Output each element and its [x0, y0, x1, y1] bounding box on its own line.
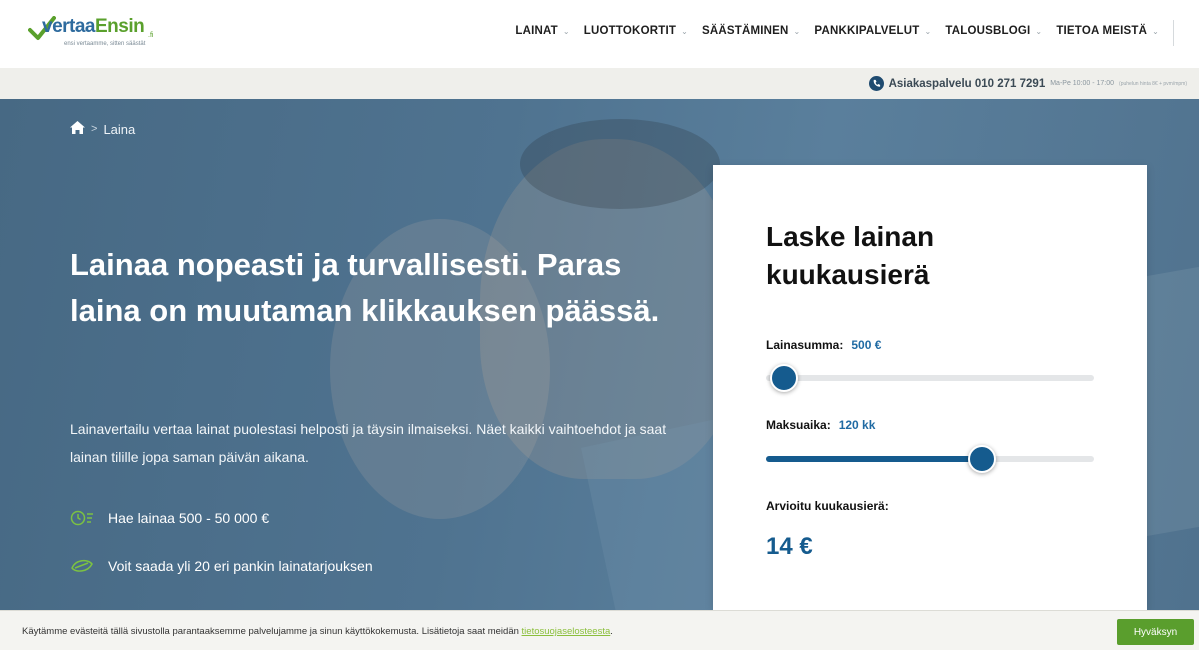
term-slider-handle[interactable]: [968, 445, 997, 473]
main-nav: LAINAT ⌄ LUOTTOKORTIT ⌄ SÄÄSTÄMINEN ⌄ PANKK…: [515, 25, 1159, 37]
breadcrumb-current: Laina: [103, 121, 136, 137]
nav-item-pankkipalvelut[interactable]: PANKKIPALVELUT ⌄: [814, 25, 931, 37]
term-slider-fill: [766, 456, 983, 462]
monthly-payment-label: Arvioitu kuukausierä:: [766, 499, 889, 513]
cookie-text: Käytämme evästeitä tällä sivustolla para…: [22, 626, 613, 637]
home-icon[interactable]: [70, 121, 85, 137]
hero-title: Lainaa nopeasti ja turvallisesti. Paras …: [70, 247, 660, 328]
term-value: 120 kk: [838, 418, 876, 432]
chevron-down-icon: ⌄: [562, 26, 570, 36]
cookie-bar: Käytämme evästeitä tällä sivustolla para…: [0, 610, 1199, 650]
nav-item-talousblogi[interactable]: TALOUSBLOGI ⌄: [945, 25, 1042, 37]
chevron-down-icon: ⌄: [793, 26, 801, 36]
term-label-row: Maksuaika: 120 kk: [766, 418, 875, 432]
logo-tagline: ensi vertaamme, sitten säästät: [64, 41, 146, 47]
loan-calculator: Laske lainan kuukausierä Lainasumma: 500…: [713, 165, 1147, 610]
site-header: vertaaEnsin .fi ensi vertaamme, sitten s…: [0, 0, 1199, 68]
phone-icon: [868, 76, 884, 91]
breadcrumb-separator: >: [91, 123, 98, 135]
chevron-down-icon: ⌄: [1035, 26, 1043, 36]
leaf-icon: [70, 557, 94, 575]
logo-wordmark: vertaaEnsin: [42, 16, 145, 37]
amount-label-row: Lainasumma: 500 €: [766, 338, 881, 352]
logo-tld: .fi: [148, 32, 154, 39]
chevron-down-icon: ⌄: [1152, 26, 1159, 36]
feature-text: Hae lainaa 500 - 50 000 €: [108, 510, 270, 526]
nav-item-saastaminen[interactable]: SÄÄSTÄMINEN ⌄: [702, 25, 800, 37]
amount-label: Lainasumma:: [766, 338, 844, 352]
nav-item-luottokortit[interactable]: LUOTTOKORTIT ⌄: [584, 25, 688, 37]
feature-text: Voit saada yli 20 eri pankin lainatarjou…: [108, 558, 373, 574]
service-phone-label: Asiakaspalvelu 010 271 7291: [888, 77, 1046, 90]
service-hours: Ma-Pe 10:00 - 17:00: [1050, 80, 1115, 87]
service-fee: (puhelun hinta 8€ + pvm/mpm): [1119, 80, 1187, 87]
site-logo[interactable]: vertaaEnsin .fi ensi vertaamme, sitten s…: [28, 14, 168, 54]
term-slider[interactable]: [766, 445, 1094, 473]
feature-item: Voit saada yli 20 eri pankin lainatarjou…: [70, 557, 373, 575]
chevron-down-icon: ⌄: [681, 26, 688, 36]
calculator-title: Laske lainan kuukausierä: [766, 221, 935, 290]
accept-cookies-button[interactable]: Hyväksyn: [1117, 619, 1194, 645]
amount-slider-handle[interactable]: [770, 364, 798, 392]
nav-item-lainat[interactable]: LAINAT ⌄: [515, 25, 569, 37]
customer-service[interactable]: Asiakaspalvelu 010 271 7291 Ma-Pe 10:00 …: [868, 76, 1187, 91]
privacy-policy-link[interactable]: tietosuojaselosteesta: [522, 626, 611, 637]
hero-description: Lainavertailu vertaa lainat puolestasi h…: [70, 421, 667, 465]
service-bar: Asiakaspalvelu 010 271 7291 Ma-Pe 10:00 …: [0, 68, 1199, 99]
amount-slider[interactable]: [766, 364, 1094, 392]
amount-value: 500 €: [851, 338, 882, 352]
monthly-payment-value: 14 €: [766, 533, 813, 560]
clock-icon: [70, 509, 94, 527]
nav-item-tietoa-meista[interactable]: TIETOA MEISTÄ ⌄: [1056, 25, 1159, 37]
header-divider: [1173, 20, 1174, 46]
feature-item: Hae lainaa 500 - 50 000 €: [70, 509, 269, 527]
hero-photo-shape: [520, 119, 720, 209]
term-label: Maksuaika:: [766, 418, 831, 432]
chevron-down-icon: ⌄: [924, 26, 932, 36]
breadcrumb: > Laina: [70, 121, 135, 137]
